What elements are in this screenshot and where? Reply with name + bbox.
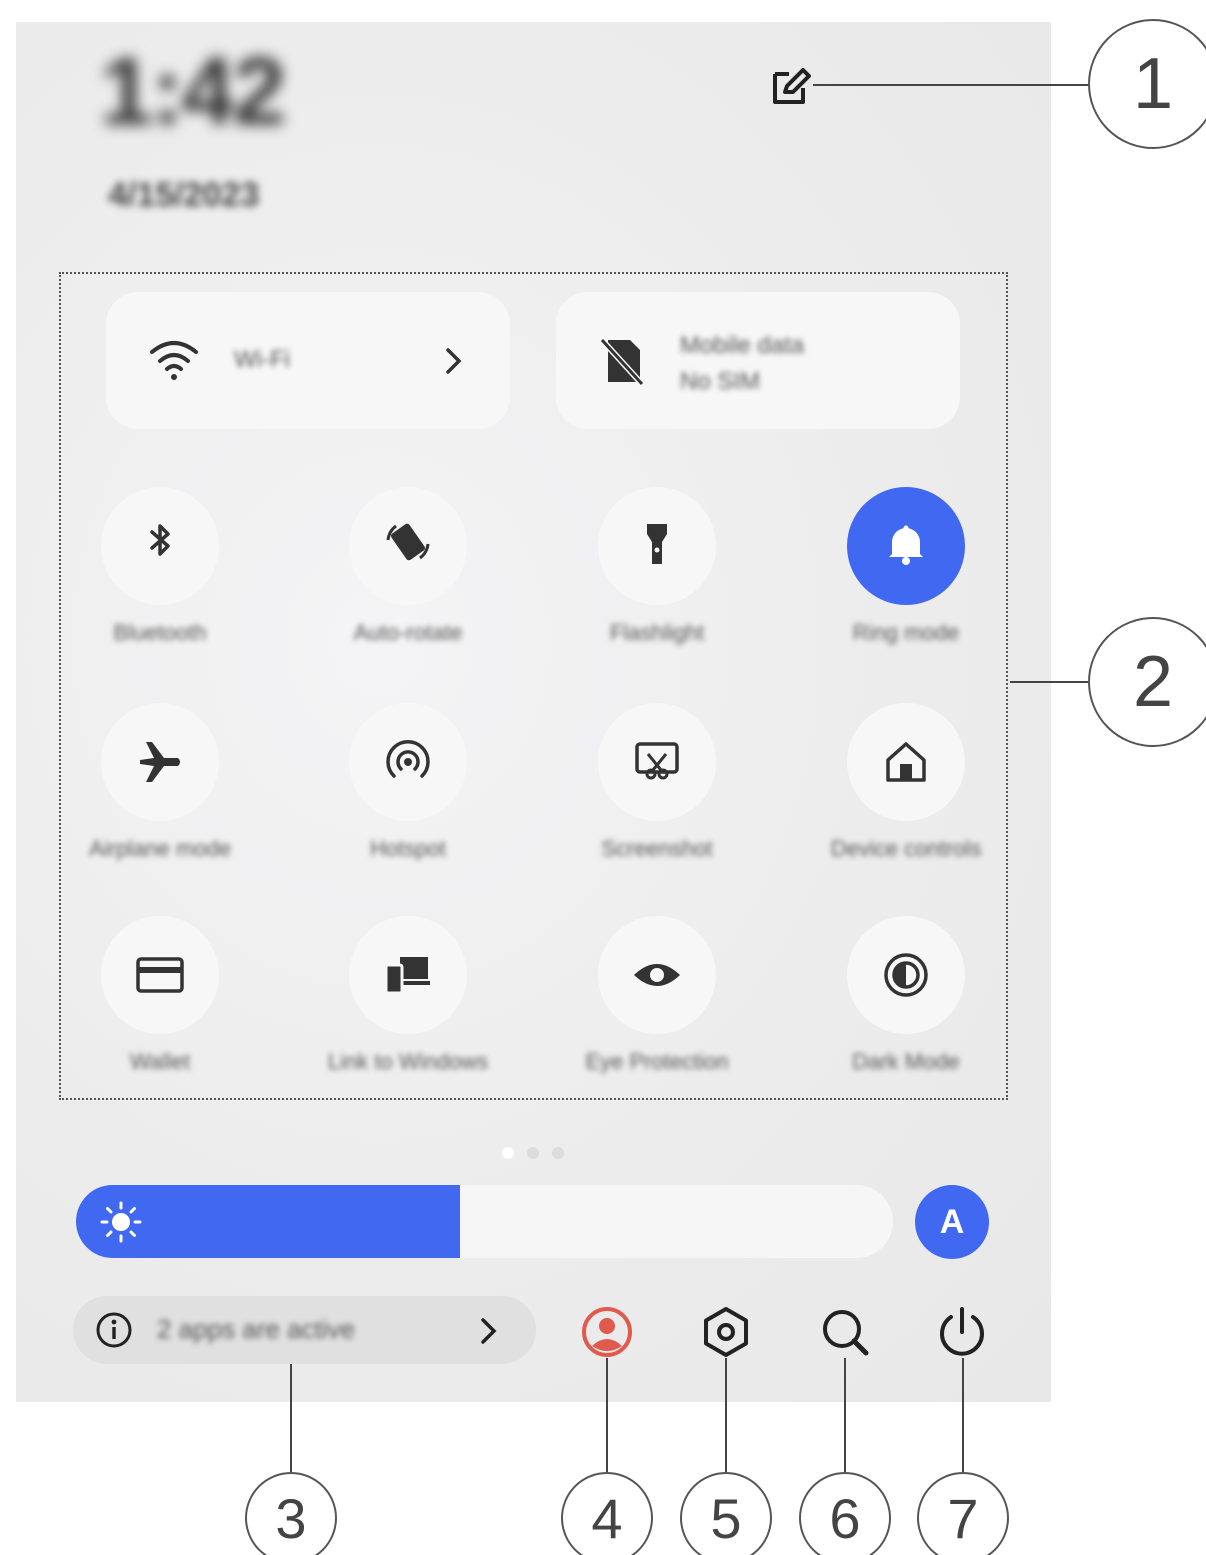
toggle-label: Airplane mode <box>89 836 231 861</box>
wallet-icon <box>136 957 184 993</box>
mobile-data-tile[interactable]: Mobile data No SIM <box>556 292 960 429</box>
toggle-hotspot[interactable] <box>349 703 467 821</box>
page-dot <box>502 1147 514 1159</box>
toggle-label: Ring mode <box>852 620 960 645</box>
toggle-label: Flashlight <box>609 620 705 645</box>
toggle-label: Bluetooth <box>113 620 207 645</box>
toggle-contrast[interactable] <box>847 916 965 1034</box>
clock: 1:42 <box>100 38 286 145</box>
callout-1: 1 <box>1088 19 1206 149</box>
callout-5: 5 <box>680 1472 772 1555</box>
callout-leader <box>962 1358 964 1472</box>
toggle-label: Link to Windows <box>327 1049 489 1074</box>
power-icon[interactable] <box>936 1306 988 1358</box>
eye-icon <box>634 964 680 986</box>
toggle-bell[interactable] <box>847 487 965 605</box>
toggle-eye[interactable] <box>598 916 716 1034</box>
search-icon[interactable] <box>819 1306 871 1358</box>
home-icon <box>886 742 926 782</box>
edit-icon[interactable] <box>769 64 813 108</box>
toggle-label: Device controls <box>830 836 982 861</box>
chevron-right-icon[interactable] <box>444 346 464 376</box>
callout-leader <box>725 1358 727 1472</box>
apps-active-text: 2 apps are active <box>157 1314 356 1344</box>
toggle-screenshot[interactable] <box>598 703 716 821</box>
no-sim-label: No SIM <box>680 368 761 395</box>
toggle-bluetooth[interactable] <box>101 487 219 605</box>
auto-brightness-button[interactable]: A <box>915 1185 989 1259</box>
wifi-tile[interactable]: Wi-Fi <box>106 292 510 429</box>
airplane-icon <box>140 742 180 782</box>
chevron-right-icon <box>481 1318 497 1344</box>
callout-leader <box>290 1364 292 1472</box>
settings-icon[interactable] <box>700 1306 752 1358</box>
callout-6: 6 <box>799 1472 891 1555</box>
page-dot <box>527 1147 539 1159</box>
hotspot-icon <box>386 739 430 778</box>
toggle-label: Dark Mode <box>852 1049 960 1074</box>
page-dot <box>552 1147 564 1159</box>
auto-rotate-icon <box>386 523 430 561</box>
toggle-wallet[interactable] <box>101 916 219 1034</box>
toggle-label: Hotspot <box>370 836 446 861</box>
callout-7: 7 <box>917 1472 1009 1555</box>
toggle-label: Screenshot <box>601 836 713 861</box>
callout-leader <box>813 84 1089 86</box>
brightness-slider[interactable] <box>76 1185 893 1258</box>
callout-leader <box>606 1358 608 1472</box>
bell-icon <box>889 525 923 565</box>
toggle-label: Eye Protection <box>585 1049 729 1074</box>
link-devices-icon <box>384 957 430 995</box>
callout-4: 4 <box>561 1472 653 1555</box>
user-icon[interactable] <box>581 1306 633 1358</box>
toggle-flashlight[interactable] <box>598 487 716 605</box>
toggle-link-devices[interactable] <box>349 916 467 1034</box>
sun-icon <box>100 1201 142 1243</box>
toggle-label: Wallet <box>129 1049 191 1074</box>
toggle-home[interactable] <box>847 703 965 821</box>
flashlight-icon <box>647 524 667 564</box>
toggle-airplane[interactable] <box>101 703 219 821</box>
screenshot-icon <box>635 742 679 780</box>
wifi-label: Wi-Fi <box>234 346 290 373</box>
callout-leader <box>844 1358 846 1472</box>
apps-active-pill[interactable]: 2 apps are active <box>73 1296 536 1364</box>
info-icon <box>96 1312 132 1348</box>
callout-2: 2 <box>1088 617 1206 747</box>
no-sim-icon <box>599 337 644 386</box>
date: 4/15/2023 <box>108 176 260 214</box>
wifi-icon <box>150 341 198 380</box>
mobile-data-label: Mobile data <box>680 332 805 359</box>
contrast-icon <box>884 953 928 997</box>
callout-leader <box>1010 681 1088 683</box>
callout-3: 3 <box>245 1472 337 1555</box>
bluetooth-icon <box>150 524 170 556</box>
toggle-label: Auto-rotate <box>353 620 463 645</box>
page-indicator <box>502 1146 572 1160</box>
toggle-auto-rotate[interactable] <box>349 487 467 605</box>
